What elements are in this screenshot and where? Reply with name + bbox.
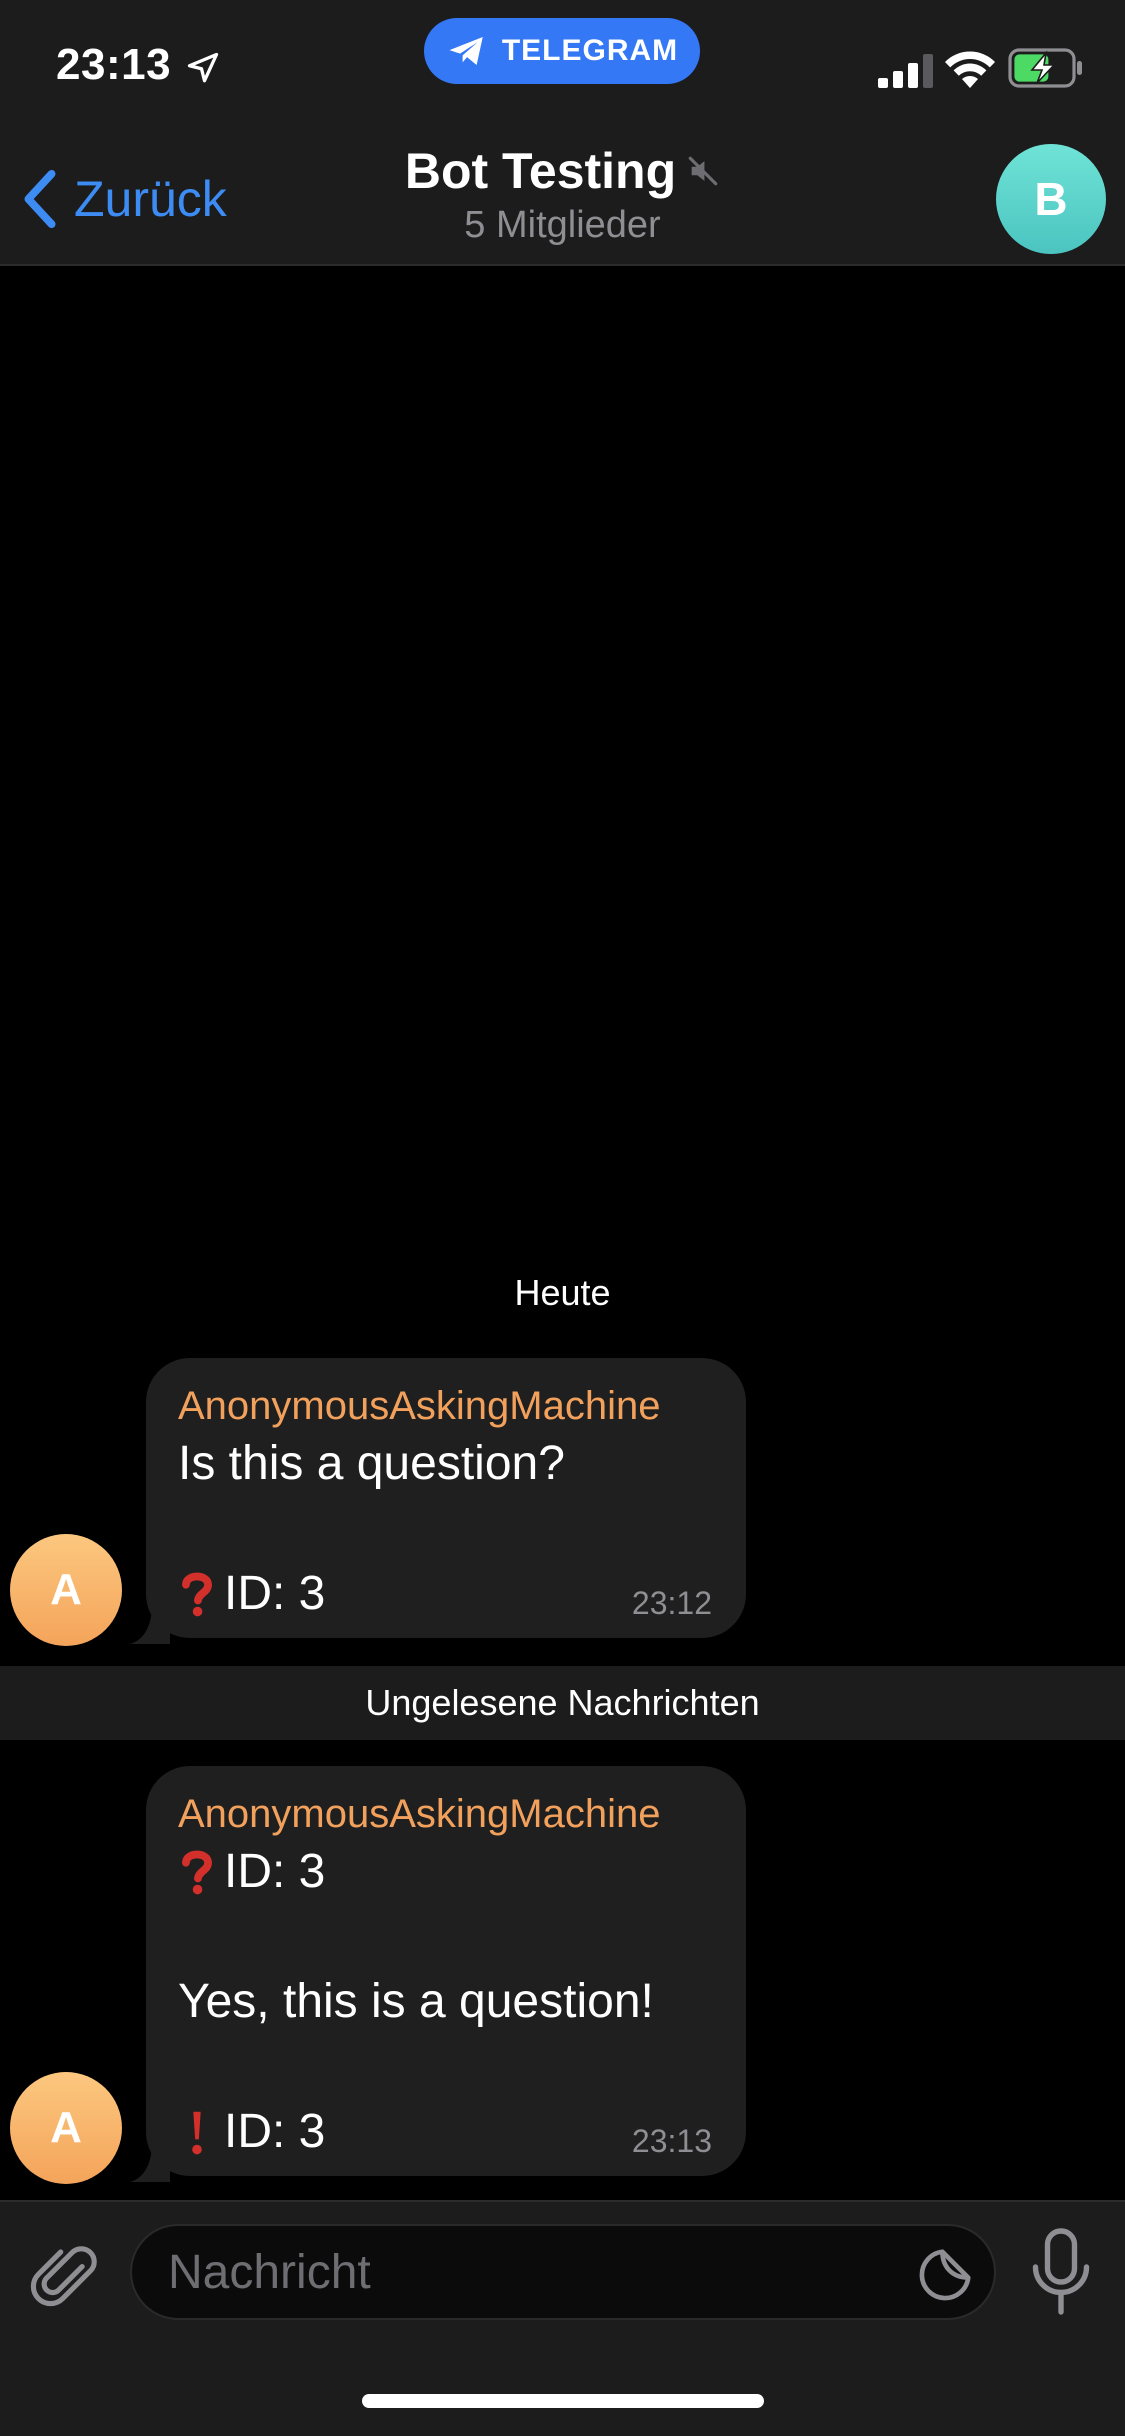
chat-title-area[interactable]: Bot Testing 5 Mitglieder	[0, 142, 1125, 247]
paperclip-icon[interactable]	[30, 2238, 100, 2318]
muted-speaker-icon	[688, 156, 718, 186]
battery-charging-icon	[1008, 48, 1082, 88]
message-sender[interactable]: AnonymousAskingMachine	[178, 1380, 714, 1432]
message-bubble[interactable]: AnonymousAskingMachine ID: 3 Yes, this i…	[146, 1766, 746, 2176]
message-id-text: ID: 3	[224, 2105, 326, 2158]
location-arrow-icon	[187, 52, 219, 83]
message-id-text: ID: 3	[224, 1567, 326, 1620]
message-time: 23:12	[631, 1585, 712, 1621]
return-to-telegram-pill[interactable]: TELEGRAM	[424, 18, 700, 84]
date-separator: Heute	[514, 1272, 611, 1313]
message-field[interactable]	[130, 2224, 996, 2320]
message-time: 23:13	[631, 2123, 712, 2159]
unread-messages-divider: Ungelesene Nachrichten	[0, 1666, 1125, 1740]
message-text: Yes, this is a question!	[178, 1975, 654, 2028]
pill-label: TELEGRAM	[501, 34, 679, 67]
message-sender[interactable]: AnonymousAskingMachine	[178, 1788, 714, 1840]
exclamation-mark-icon	[192, 2111, 202, 2155]
chat-title-text: Bot Testing	[404, 143, 677, 199]
chat-header: Zurück Bot Testing 5 Mitglieder B	[0, 132, 1125, 266]
status-bar: 23:13 TELEGRAM	[0, 0, 1125, 132]
message-bubble[interactable]: AnonymousAskingMachine Is this a questio…	[146, 1358, 746, 1638]
microphone-icon[interactable]	[1030, 2228, 1092, 2318]
sender-avatar[interactable]: A	[10, 2072, 122, 2184]
question-mark-icon	[182, 1572, 212, 1617]
chat-title: Bot Testing	[405, 142, 720, 200]
group-avatar[interactable]: B	[996, 144, 1106, 254]
message-text: Is this a question?	[178, 1437, 565, 1490]
member-count: 5 Mitglieder	[464, 204, 661, 246]
sender-avatar[interactable]: A	[10, 1534, 122, 1646]
wifi-icon	[945, 51, 995, 88]
question-mark-icon	[182, 1850, 212, 1895]
message-quote-id-text: ID: 3	[224, 1845, 326, 1898]
signal-icon	[878, 54, 933, 88]
message-input[interactable]	[168, 2226, 808, 2318]
message-quote-id-line: ID: 3	[178, 1840, 714, 1904]
status-time: 23:13	[56, 40, 172, 89]
home-indicator[interactable]	[362, 2394, 764, 2408]
sticker-icon[interactable]	[914, 2244, 976, 2306]
telegram-icon	[449, 37, 483, 65]
